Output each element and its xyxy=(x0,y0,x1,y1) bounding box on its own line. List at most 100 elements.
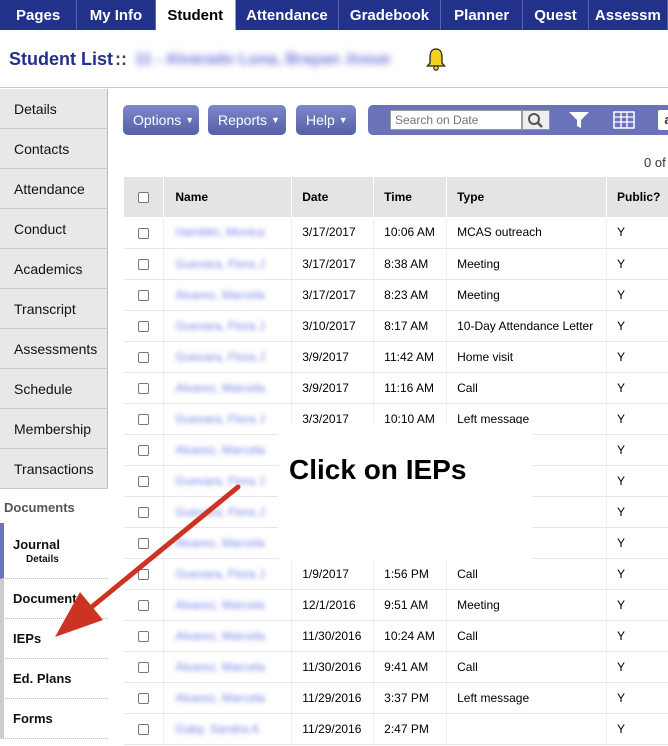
cell-name[interactable]: Guevara, Flora J xyxy=(163,403,293,435)
table-row[interactable]: Hamblin, Monica 3/17/2017 10:06 AM MCAS out… xyxy=(124,217,668,249)
bell-icon[interactable] xyxy=(426,47,446,71)
table-row[interactable]: Guevara, Flora J 3/17/2017 8:38 AM Meeting Y xyxy=(124,248,668,280)
cell-name[interactable]: Alvarez, Marcela xyxy=(163,589,293,621)
sidebar-item-transactions[interactable]: Transactions xyxy=(0,449,108,489)
row-checkbox[interactable] xyxy=(138,382,150,394)
student-name-link[interactable]: Alvarez, Marcela xyxy=(175,381,264,395)
cell-name[interactable]: Alvarez, Marcela xyxy=(163,651,293,683)
student-name-link[interactable]: Alvarez, Marcela xyxy=(175,598,264,612)
row-checkbox[interactable] xyxy=(138,599,150,611)
cell-name[interactable]: Guevara, Flora J xyxy=(163,248,293,280)
sidebar-item-contacts[interactable]: Contacts xyxy=(0,129,108,169)
row-checkbox[interactable] xyxy=(138,723,150,735)
nav-tab-pages[interactable]: Pages xyxy=(0,0,78,30)
row-checkbox[interactable] xyxy=(138,227,150,239)
sidebar-item-attendance[interactable]: Attendance xyxy=(0,169,108,209)
filter-icon[interactable] xyxy=(568,111,590,129)
sidebar-subitem-documents[interactable]: Documents xyxy=(0,579,108,619)
sidebar-subitem-journal[interactable]: Journal Details xyxy=(0,523,108,579)
sidebar-subitem-subtext[interactable]: Details xyxy=(13,554,59,565)
cell-name[interactable]: Guevara, Flora J xyxy=(163,310,293,342)
student-name-link[interactable]: Guevara, Flora J xyxy=(175,567,264,581)
grid-view-icon[interactable] xyxy=(613,111,635,129)
reports-button[interactable]: Reports ▼ xyxy=(208,105,286,135)
cell-name[interactable]: Hamblin, Monica xyxy=(163,217,293,249)
row-checkbox[interactable] xyxy=(138,444,150,456)
column-header-time[interactable]: Time xyxy=(373,177,448,217)
row-checkbox[interactable] xyxy=(138,351,150,363)
options-button[interactable]: Options ▼ xyxy=(123,105,199,135)
sidebar-item-membership[interactable]: Membership xyxy=(0,409,108,449)
cell-name[interactable]: Alvarez, Marcela xyxy=(163,279,293,311)
nav-tab-gradebook[interactable]: Gradebook xyxy=(339,0,442,30)
sidebar-item-assessments[interactable]: Assessments xyxy=(0,329,108,369)
cell-name[interactable]: Guevara, Flora J xyxy=(163,341,293,373)
student-name-link[interactable]: Guevara, Flora J xyxy=(175,350,264,364)
row-checkbox[interactable] xyxy=(138,506,150,518)
table-row[interactable]: Alvarez, Marcela 11/30/2016 10:24 AM Call Y xyxy=(124,620,668,652)
row-checkbox[interactable] xyxy=(138,258,150,270)
nav-tab-student[interactable]: Student xyxy=(155,0,236,30)
table-row[interactable]: Guevara, Flora J 1/9/2017 1:56 PM Call Y xyxy=(124,558,668,590)
table-row[interactable]: Alvarez, Marcela 11/29/2016 3:37 PM Left me… xyxy=(124,682,668,714)
sidebar-subitem-ieps[interactable]: IEPs xyxy=(0,619,108,659)
cell-name[interactable]: Alvarez, Marcela xyxy=(163,434,293,466)
row-checkbox[interactable] xyxy=(138,692,150,704)
column-header-date[interactable]: Date xyxy=(291,177,375,217)
table-row[interactable]: Guevara, Flora J 3/10/2017 8:17 AM 10-Day A… xyxy=(124,310,668,342)
student-name-link[interactable]: Alvarez, Marcela xyxy=(175,691,264,705)
column-header-public[interactable]: Public? xyxy=(606,177,668,217)
select-all-checkbox[interactable] xyxy=(138,192,150,204)
nav-tab-quest[interactable]: Quest xyxy=(523,0,589,30)
row-checkbox[interactable] xyxy=(138,289,150,301)
student-name-link[interactable]: Guevara, Flora J xyxy=(175,319,264,333)
sidebar-item-transcript[interactable]: Transcript xyxy=(0,289,108,329)
row-checkbox[interactable] xyxy=(138,413,150,425)
row-checkbox[interactable] xyxy=(138,320,150,332)
student-name-link[interactable]: Gaby, Sandra A xyxy=(175,722,259,736)
cell-name[interactable]: Alvarez, Marcela xyxy=(163,527,293,559)
sidebar-item-schedule[interactable]: Schedule xyxy=(0,369,108,409)
table-row[interactable]: Gaby, Sandra A 11/29/2016 2:47 PM Y xyxy=(124,713,668,745)
sidebar-item-academics[interactable]: Academics xyxy=(0,249,108,289)
row-checkbox[interactable] xyxy=(138,661,150,673)
student-name-link[interactable]: Alvarez, Marcela xyxy=(175,629,264,643)
column-header-name[interactable]: Name xyxy=(163,177,293,217)
row-checkbox[interactable] xyxy=(138,630,150,642)
student-name-link[interactable]: Alvarez, Marcela xyxy=(175,660,264,674)
table-row[interactable]: Alvarez, Marcela 3/17/2017 8:23 AM Meeting Y xyxy=(124,279,668,311)
sidebar-item-details[interactable]: Details xyxy=(0,89,108,129)
student-name-link[interactable]: Alvarez, Marcela xyxy=(175,536,264,550)
cell-name[interactable]: Alvarez, Marcela xyxy=(163,372,293,404)
student-name-link[interactable]: Alvarez, Marcela xyxy=(175,443,264,457)
page-title[interactable]: Student List xyxy=(9,49,113,70)
cell-name[interactable]: Gaby, Sandra A xyxy=(163,713,293,745)
cell-name[interactable]: Guevara, Flora J xyxy=(163,496,293,528)
student-name-link[interactable]: Guevara, Flora J xyxy=(175,474,264,488)
help-button[interactable]: Help ▼ xyxy=(296,105,356,135)
sidebar-subitem-ed-plans[interactable]: Ed. Plans xyxy=(0,659,108,699)
nav-tab-my-info[interactable]: My Info xyxy=(77,0,156,30)
cell-name[interactable]: Alvarez, Marcela xyxy=(163,620,293,652)
nav-tab-attendance[interactable]: Attendance xyxy=(236,0,339,30)
cell-name[interactable]: Guevara, Flora J xyxy=(163,558,293,590)
row-checkbox[interactable] xyxy=(138,475,150,487)
sort-icon[interactable]: a xyxy=(658,110,668,130)
search-input[interactable] xyxy=(390,110,522,130)
column-header-type[interactable]: Type xyxy=(446,177,608,217)
table-row[interactable]: Alvarez, Marcela 11/30/2016 9:41 AM Call Y xyxy=(124,651,668,683)
student-name-link[interactable]: Alvarez, Marcela xyxy=(175,288,264,302)
table-row[interactable]: Alvarez, Marcela 12/1/2016 9:51 AM Meeting Y xyxy=(124,589,668,621)
nav-tab-planner[interactable]: Planner xyxy=(441,0,524,30)
table-row[interactable]: Guevara, Flora J 3/9/2017 11:42 AM Home vis… xyxy=(124,341,668,373)
student-name-link[interactable]: Guevara, Flora J xyxy=(175,257,264,271)
row-checkbox[interactable] xyxy=(138,568,150,580)
row-checkbox[interactable] xyxy=(138,537,150,549)
search-button[interactable] xyxy=(522,110,550,130)
cell-name[interactable]: Guevara, Flora J xyxy=(163,465,293,497)
student-name-link[interactable]: Hamblin, Monica xyxy=(175,225,264,239)
table-row[interactable]: Alvarez, Marcela 3/9/2017 11:16 AM Call Y xyxy=(124,372,668,404)
sidebar-item-conduct[interactable]: Conduct xyxy=(0,209,108,249)
student-name-link[interactable]: Guevara, Flora J xyxy=(175,505,264,519)
sidebar-subitem-forms[interactable]: Forms xyxy=(0,699,108,739)
